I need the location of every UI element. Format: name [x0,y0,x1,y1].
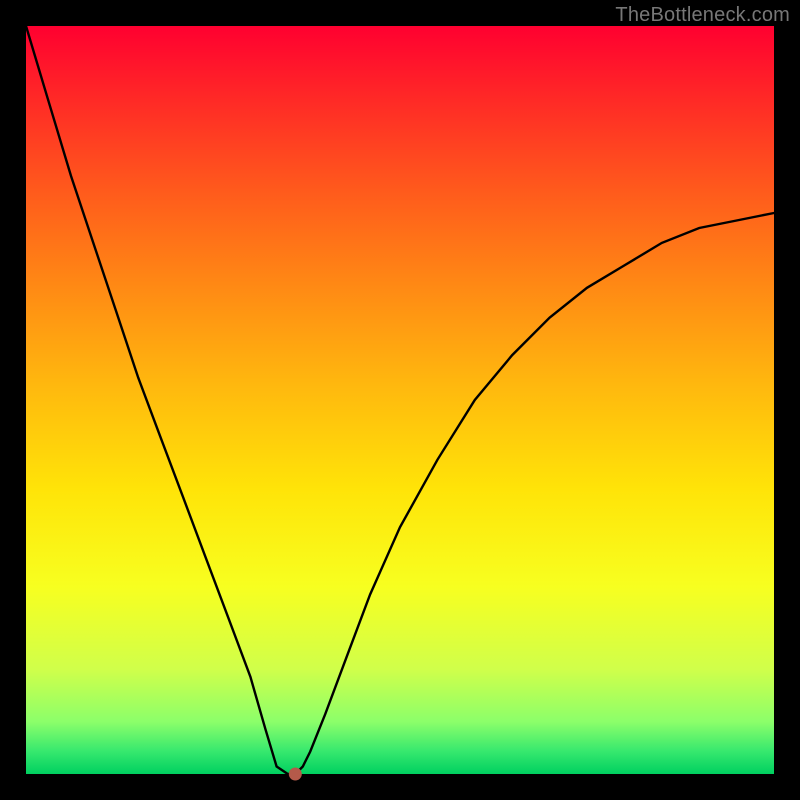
curve-svg [26,26,774,774]
bottleneck-curve [26,26,774,774]
chart-frame: TheBottleneck.com [0,0,800,800]
plot-area [26,26,774,774]
marker-dot [289,768,301,780]
watermark-text: TheBottleneck.com [615,4,790,27]
